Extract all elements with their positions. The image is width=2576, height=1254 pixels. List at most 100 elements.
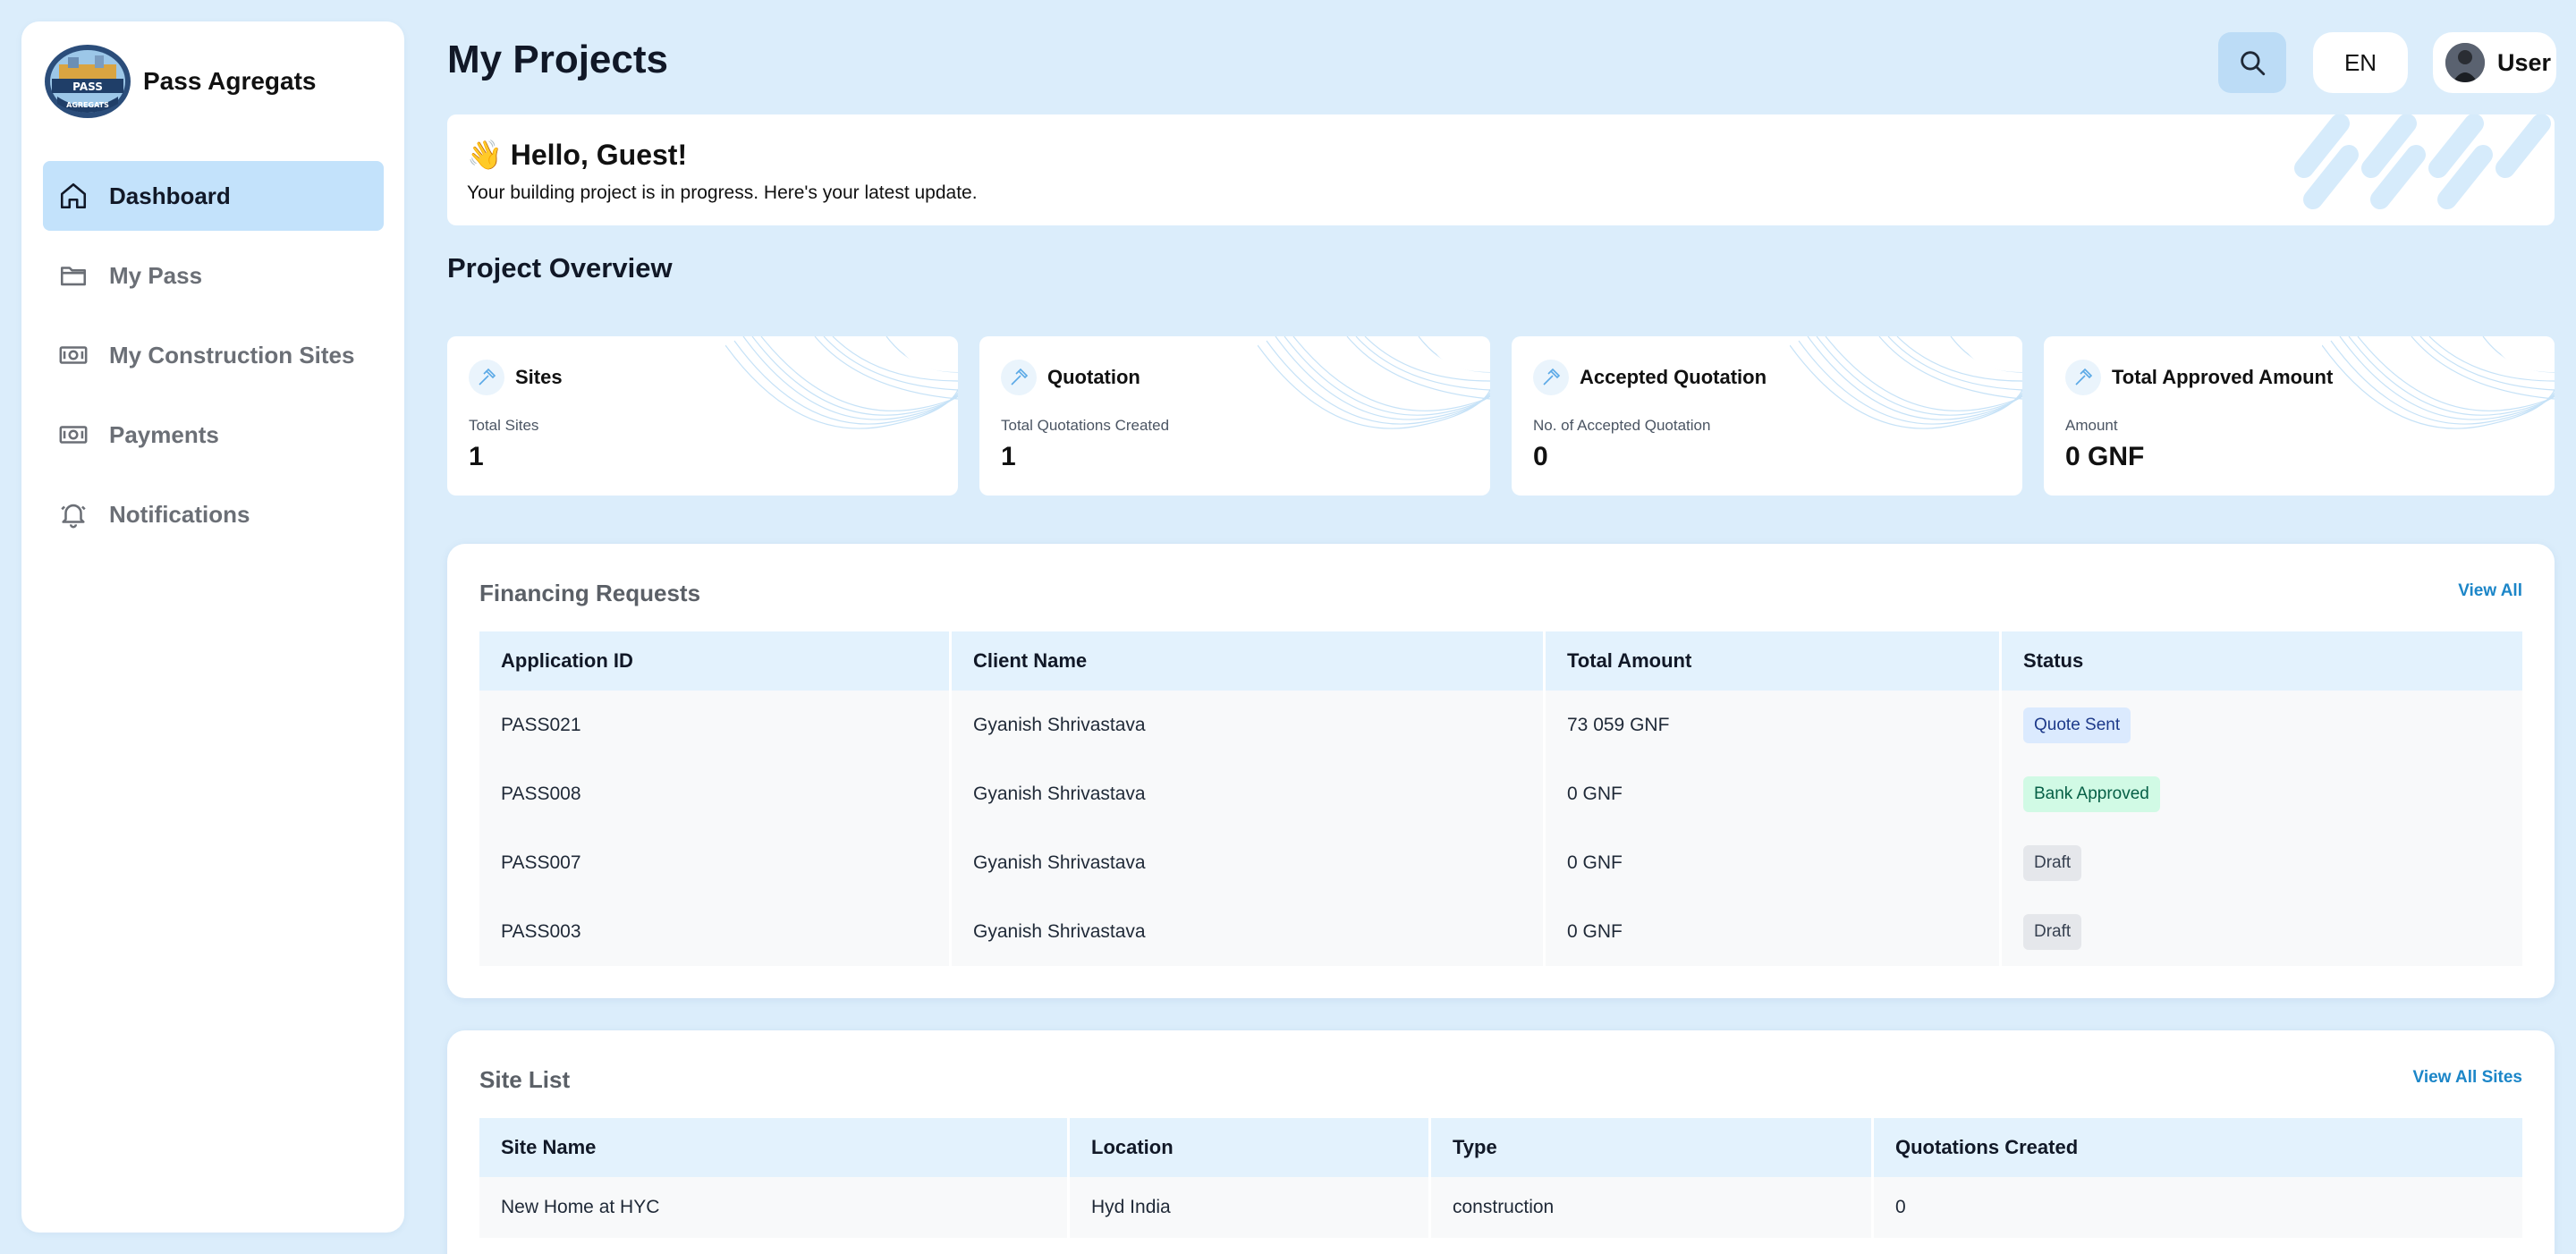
- search-button[interactable]: [2218, 32, 2286, 93]
- brand[interactable]: PASS AGREGATS Pass Agregats: [43, 43, 317, 120]
- application-id-cell: PASS003: [479, 897, 952, 966]
- welcome-banner: 👋 Hello, Guest! Your building project is…: [447, 114, 2555, 225]
- table-row[interactable]: PASS007 Gyanish Shrivastava 0 GNF Draft: [479, 828, 2522, 897]
- decorative-wave-graphic: [2322, 336, 2555, 429]
- home-icon: [57, 180, 89, 212]
- sidebar-item-label: Dashboard: [109, 182, 231, 209]
- folder-icon: [57, 259, 89, 292]
- financing-table: Application ID Client Name Total Amount …: [479, 631, 2522, 966]
- sidebar: PASS AGREGATS Pass Agregats Dashboard My…: [21, 21, 404, 1233]
- stat-card-sites: Sites Total Sites 1: [447, 336, 958, 496]
- brand-logo-top-text: PASS: [72, 80, 103, 93]
- stat-card-value: 0 GNF: [2065, 442, 2145, 471]
- sidebar-item-label: My Pass: [109, 261, 203, 289]
- column-header[interactable]: Type: [1431, 1118, 1874, 1177]
- sidebar-item-payments[interactable]: Payments: [43, 400, 384, 470]
- client-name-cell: Gyanish Shrivastava: [952, 759, 1546, 828]
- quotations-created-cell: 0: [1874, 1177, 2522, 1238]
- column-header[interactable]: Location: [1070, 1118, 1431, 1177]
- stat-card-quotation: Quotation Total Quotations Created 1: [979, 336, 1490, 496]
- user-label: User: [2497, 48, 2552, 76]
- client-name-cell: Gyanish Shrivastava: [952, 828, 1546, 897]
- table-row[interactable]: PASS003 Gyanish Shrivastava 0 GNF Draft: [479, 897, 2522, 966]
- avatar: [2445, 43, 2485, 82]
- client-name-cell: Gyanish Shrivastava: [952, 897, 1546, 966]
- stat-card-value: 1: [469, 442, 484, 471]
- status-cell: Bank Approved: [2002, 759, 2522, 828]
- column-header[interactable]: Total Amount: [1546, 631, 2002, 691]
- column-header[interactable]: Site Name: [479, 1118, 1070, 1177]
- status-badge: Draft: [2023, 913, 2082, 950]
- stat-card-label: Amount: [2065, 417, 2118, 434]
- status-cell: Draft: [2002, 897, 2522, 966]
- hammer-icon: [2065, 360, 2101, 395]
- status-cell: Quote Sent: [2002, 691, 2522, 759]
- site-list-table: Site Name Location Type Quotations Creat…: [479, 1118, 2522, 1238]
- section-title-project-overview: Project Overview: [447, 252, 673, 284]
- hammer-icon: [469, 360, 504, 395]
- welcome-message: Your building project is in progress. He…: [467, 182, 978, 203]
- column-header[interactable]: Client Name: [952, 631, 1546, 691]
- sidebar-item-label: My Construction Sites: [109, 341, 355, 369]
- stat-card-label: Total Quotations Created: [1001, 417, 1170, 434]
- application-id-cell: PASS008: [479, 759, 952, 828]
- stat-card-title: Total Approved Amount: [2112, 366, 2334, 388]
- client-name-cell: Gyanish Shrivastava: [952, 691, 1546, 759]
- type-cell: construction: [1431, 1177, 1874, 1238]
- decorative-links-graphic: [2294, 114, 2551, 209]
- stat-card-accepted-quotation: Accepted Quotation No. of Accepted Quota…: [1512, 336, 2022, 496]
- banknote-icon: [57, 419, 89, 451]
- stat-card-title: Sites: [515, 366, 563, 388]
- view-all-link[interactable]: View All: [2458, 581, 2522, 601]
- search-icon: [2241, 51, 2266, 76]
- banknote-icon: [57, 339, 89, 371]
- hammer-icon: [1001, 360, 1037, 395]
- panel-title: Site List: [479, 1066, 571, 1093]
- welcome-greeting: 👋 Hello, Guest!: [467, 139, 688, 171]
- application-id-cell: PASS007: [479, 828, 952, 897]
- status-badge: Bank Approved: [2023, 775, 2160, 812]
- sidebar-nav: Dashboard My Pass My Construction Sites …: [43, 161, 384, 559]
- column-header[interactable]: Status: [2002, 631, 2522, 691]
- brand-logo: PASS AGREGATS: [45, 45, 131, 118]
- column-header[interactable]: Application ID: [479, 631, 952, 691]
- stat-card-value: 1: [1001, 442, 1016, 471]
- site-list-panel: Site List View All Sites Site Name Locat…: [447, 1030, 2555, 1254]
- stat-card-title: Accepted Quotation: [1580, 366, 1767, 388]
- sidebar-item-my-pass[interactable]: My Pass: [43, 241, 384, 310]
- total-amount-cell: 0 GNF: [1546, 759, 2002, 828]
- panel-title: Financing Requests: [479, 580, 701, 606]
- stat-card-value: 0: [1533, 442, 1548, 471]
- view-all-sites-link[interactable]: View All Sites: [2413, 1068, 2523, 1088]
- status-badge: Quote Sent: [2023, 707, 2131, 743]
- language-label: EN: [2343, 48, 2377, 76]
- table-header-row: Application ID Client Name Total Amount …: [479, 631, 2522, 691]
- total-amount-cell: 73 059 GNF: [1546, 691, 2002, 759]
- stat-card-label: Total Sites: [469, 417, 539, 434]
- table-row[interactable]: New Home at HYC Hyd India construction 0: [479, 1177, 2522, 1238]
- decorative-wave-graphic: [1258, 336, 1490, 429]
- bell-icon: [57, 498, 89, 530]
- stat-card-title: Quotation: [1047, 366, 1140, 388]
- status-badge: Draft: [2023, 844, 2082, 881]
- decorative-wave-graphic: [725, 336, 958, 429]
- sidebar-item-notifications[interactable]: Notifications: [43, 479, 384, 549]
- sidebar-item-dashboard[interactable]: Dashboard: [43, 161, 384, 231]
- column-header[interactable]: Quotations Created: [1874, 1118, 2522, 1177]
- table-row[interactable]: PASS021 Gyanish Shrivastava 73 059 GNF Q…: [479, 691, 2522, 759]
- hammer-icon: [1533, 360, 1569, 395]
- sidebar-item-label: Notifications: [109, 500, 250, 528]
- total-amount-cell: 0 GNF: [1546, 897, 2002, 966]
- brand-name: Pass Agregats: [143, 67, 317, 95]
- table-row[interactable]: PASS008 Gyanish Shrivastava 0 GNF Bank A…: [479, 759, 2522, 828]
- total-amount-cell: 0 GNF: [1546, 828, 2002, 897]
- financing-requests-panel: Financing Requests View All Application …: [447, 544, 2555, 998]
- sidebar-item-my-construction-sites[interactable]: My Construction Sites: [43, 320, 384, 390]
- sidebar-item-label: Payments: [109, 420, 219, 448]
- page-title: My Projects: [447, 38, 668, 81]
- app-root: PASS AGREGATS Pass Agregats Dashboard My…: [0, 0, 2576, 1254]
- user-menu[interactable]: User: [2433, 32, 2556, 93]
- status-cell: Draft: [2002, 828, 2522, 897]
- language-selector[interactable]: EN: [2313, 32, 2408, 93]
- application-id-cell: PASS021: [479, 691, 952, 759]
